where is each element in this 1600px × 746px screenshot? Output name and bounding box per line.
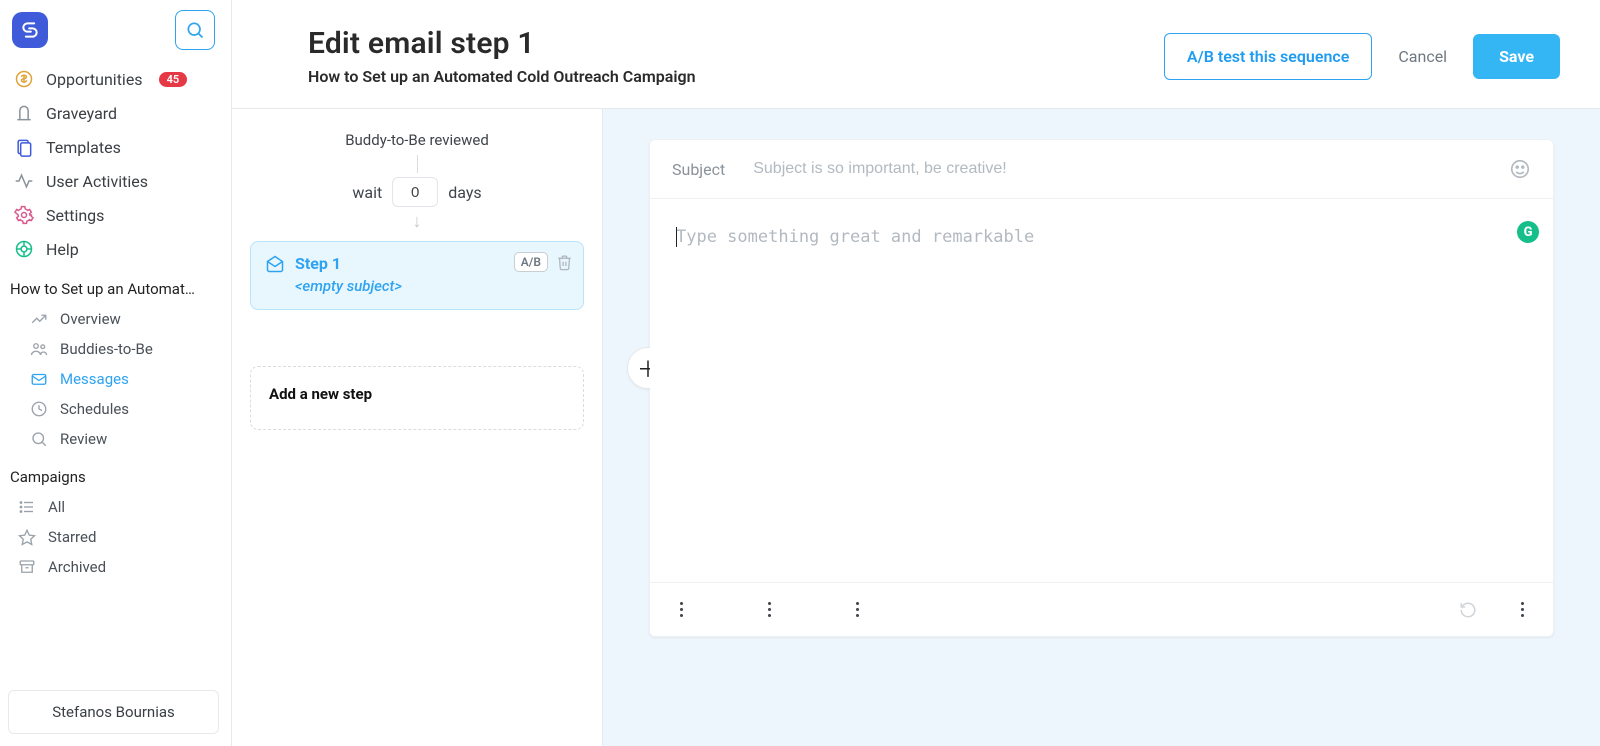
steps-column: Buddy-to-Be reviewed wait days ↓ Step 1 … xyxy=(232,109,603,746)
smiley-icon xyxy=(1509,158,1531,180)
campaign-schedules[interactable]: Schedules xyxy=(8,394,219,424)
arrow-down-icon: ↓ xyxy=(250,213,584,231)
page-subtitle: How to Set up an Automated Cold Outreach… xyxy=(308,67,696,86)
nav-label: Settings xyxy=(46,206,104,225)
sub-label: Messages xyxy=(60,370,129,388)
search-icon xyxy=(185,20,205,40)
text-cursor xyxy=(676,227,677,247)
editor-column: ＋ Subject G xyxy=(603,109,1600,746)
campaign-review[interactable]: Review xyxy=(8,424,219,454)
user-menu[interactable]: Stefanos Bournias xyxy=(8,690,219,734)
reviewed-label: Buddy-to-Be reviewed xyxy=(250,131,584,149)
step-1-card[interactable]: Step 1 <empty subject> A/B xyxy=(250,241,584,310)
ab-test-button[interactable]: A/B test this sequence xyxy=(1164,33,1372,80)
toolbar-menu-3[interactable] xyxy=(850,602,864,617)
wait-prefix: wait xyxy=(352,183,382,202)
campaign-section-title: How to Set up an Automat… xyxy=(8,266,219,302)
subject-input[interactable] xyxy=(751,159,1483,179)
help-icon xyxy=(14,239,34,259)
sub-label: Schedules xyxy=(60,400,129,418)
messages-icon xyxy=(30,370,48,388)
campaign-nav: Overview Buddies-to-Be Messages Schedule… xyxy=(8,304,219,454)
nav-label: Opportunities xyxy=(46,70,143,89)
trash-icon xyxy=(556,254,573,271)
toolbar-menu-1[interactable] xyxy=(674,602,688,617)
main: Edit email step 1 How to Set up an Autom… xyxy=(232,0,1600,746)
nav-opportunities[interactable]: Opportunities 45 xyxy=(8,62,219,96)
toolbar-menu-2[interactable] xyxy=(762,602,776,617)
undo-icon xyxy=(1459,601,1477,619)
wait-days-input[interactable] xyxy=(392,177,438,207)
step-subject-preview: <empty subject> xyxy=(295,277,402,295)
save-button[interactable]: Save xyxy=(1473,34,1560,79)
nav-help[interactable]: Help xyxy=(8,232,219,266)
nav-label: User Activities xyxy=(46,172,148,191)
connector-line xyxy=(417,155,418,173)
campaigns-starred[interactable]: Starred xyxy=(8,522,219,552)
sidebar: Opportunities 45 Graveyard Templates Us xyxy=(0,0,232,746)
sub-label: Overview xyxy=(60,310,121,328)
envelope-open-icon xyxy=(265,254,285,274)
overview-icon xyxy=(30,310,48,328)
sub-label: Buddies-to-Be xyxy=(60,340,153,358)
email-editor: Subject G xyxy=(649,139,1554,637)
campaigns-header: Campaigns xyxy=(8,454,219,490)
sub-label: Review xyxy=(60,430,107,448)
activity-icon xyxy=(14,171,34,191)
add-step-button[interactable]: Add a new step xyxy=(250,366,584,430)
campaign-messages[interactable]: Messages xyxy=(8,364,219,394)
step-title: Step 1 xyxy=(295,254,402,273)
list-icon xyxy=(18,498,36,516)
nav-graveyard[interactable]: Graveyard xyxy=(8,96,219,130)
nav-templates[interactable]: Templates xyxy=(8,130,219,164)
star-icon xyxy=(18,528,36,546)
nav-label: Templates xyxy=(46,138,121,157)
user-name: Stefanos Bournias xyxy=(52,703,175,721)
sub-label: Archived xyxy=(48,558,106,576)
nav-user-activities[interactable]: User Activities xyxy=(8,164,219,198)
search-button[interactable] xyxy=(175,10,215,50)
cancel-button[interactable]: Cancel xyxy=(1394,34,1451,79)
emoji-picker-button[interactable] xyxy=(1509,158,1531,180)
campaign-buddies[interactable]: Buddies-to-Be xyxy=(8,334,219,364)
logo-icon xyxy=(20,20,40,40)
campaigns-nav: All Starred Archived xyxy=(8,492,219,582)
page-title: Edit email step 1 xyxy=(308,26,696,61)
app-logo[interactable] xyxy=(12,12,48,48)
nav-label: Help xyxy=(46,240,79,259)
settings-icon xyxy=(14,205,34,225)
delete-step-button[interactable] xyxy=(556,254,573,271)
nav-main: Opportunities 45 Graveyard Templates Us xyxy=(8,62,219,266)
campaigns-archived[interactable]: Archived xyxy=(8,552,219,582)
opportunities-icon xyxy=(14,69,34,89)
undo-button[interactable] xyxy=(1459,601,1477,619)
sub-label: Starred xyxy=(48,528,96,546)
nav-label: Graveyard xyxy=(46,104,117,123)
sub-label: All xyxy=(48,498,65,516)
graveyard-icon xyxy=(14,103,34,123)
wait-suffix: days xyxy=(448,183,481,202)
subject-row: Subject xyxy=(650,140,1553,199)
editor-toolbar xyxy=(650,582,1553,636)
schedules-icon xyxy=(30,400,48,418)
nav-settings[interactable]: Settings xyxy=(8,198,219,232)
templates-icon xyxy=(14,137,34,157)
subject-label: Subject xyxy=(672,160,725,179)
buddies-icon xyxy=(30,340,48,358)
grammarly-badge[interactable]: G xyxy=(1517,221,1539,243)
campaigns-all[interactable]: All xyxy=(8,492,219,522)
opportunities-badge: 45 xyxy=(159,72,188,87)
review-icon xyxy=(30,430,48,448)
wait-row: wait days xyxy=(250,177,584,207)
body-textarea[interactable] xyxy=(650,199,1553,582)
campaign-overview[interactable]: Overview xyxy=(8,304,219,334)
toolbar-menu-right[interactable] xyxy=(1515,602,1529,617)
archive-icon xyxy=(18,558,36,576)
step-ab-badge[interactable]: A/B xyxy=(514,252,548,272)
page-header: Edit email step 1 How to Set up an Autom… xyxy=(232,0,1600,109)
